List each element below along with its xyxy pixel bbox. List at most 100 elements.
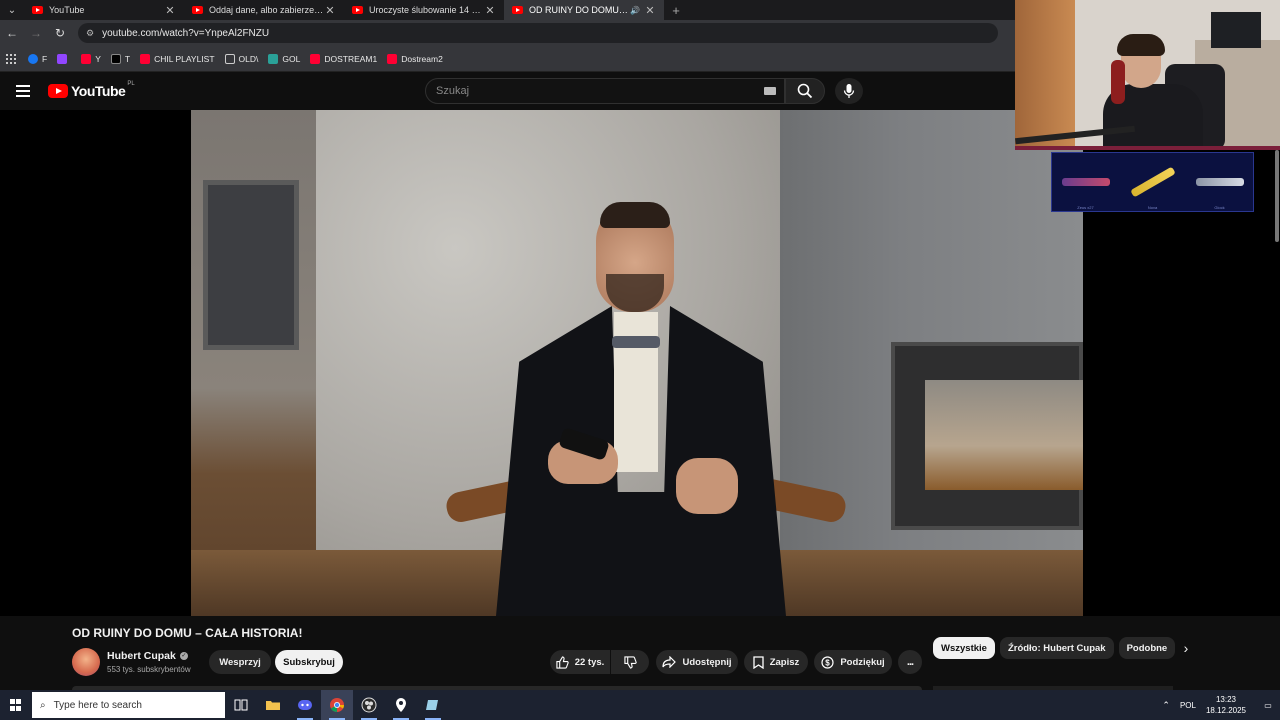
tab-close-icon[interactable]: ✕	[324, 4, 336, 17]
youtube-logo[interactable]: YouTube PL	[48, 81, 135, 99]
youtube-favicon-icon	[32, 6, 43, 14]
youtube-icon	[81, 53, 92, 64]
bookmark-dostream2[interactable]: Dostream2	[387, 53, 443, 64]
tab-uroczyste-slubowanie[interactable]: Uroczyste ślubowanie 14 nowy ✕	[344, 0, 504, 20]
studio-microphone	[1111, 60, 1125, 104]
tab-close-icon[interactable]: ✕	[644, 4, 656, 17]
tab-title: Oddaj dane, albo zabierzemy ci	[209, 5, 324, 15]
chip-related[interactable]: Podobne	[1118, 637, 1176, 659]
video-title: OD RUINY DO DOMU – CAŁA HISTORIA!	[72, 626, 303, 640]
streamer-webcam-overlay	[1015, 0, 1280, 150]
bookmark-f[interactable]: F	[28, 53, 47, 64]
taskbar-search-input[interactable]: ⌕ Type here to search	[32, 692, 225, 718]
thumbs-down-icon	[623, 655, 637, 669]
youtube-favicon-icon	[192, 6, 203, 14]
file-explorer-icon[interactable]	[257, 690, 289, 720]
youtube-favicon-icon	[512, 6, 523, 14]
keyboard-icon[interactable]	[764, 87, 776, 95]
search-icon: ⌕	[40, 699, 46, 711]
search-button[interactable]	[785, 78, 825, 104]
back-arrow-icon[interactable]: ←	[0, 20, 24, 46]
windows-taskbar: ⌕ Type here to search ⌃ POL 13:23 18.12.…	[0, 690, 1280, 720]
tab-search-chevron-icon[interactable]: ⌄	[0, 0, 24, 20]
subscribe-button[interactable]: Subskrybuj	[275, 650, 343, 674]
obs-icon[interactable]	[353, 690, 385, 720]
youtube-icon	[387, 53, 398, 64]
thanks-button[interactable]: $ Podziękuj	[814, 650, 892, 674]
bookmark-label: Y	[95, 53, 101, 64]
microphone-icon	[843, 84, 855, 98]
clock-time: 13:23	[1215, 695, 1236, 704]
tab-youtube[interactable]: YouTube ✕	[24, 0, 184, 20]
youtube-icon	[140, 53, 151, 64]
region-code: PL	[127, 81, 135, 87]
bookmark-label: OLD\	[238, 53, 259, 64]
svg-text:$: $	[826, 658, 831, 667]
case-skins-overlay: Zeus x27 Nova Glock	[1051, 152, 1254, 212]
clock-date: 18.12.2025	[1205, 706, 1246, 715]
scene-window	[203, 180, 299, 350]
share-arrow-icon	[662, 656, 677, 668]
channel-name[interactable]: Hubert Cupak ✓	[107, 650, 188, 662]
bookmark-y[interactable]: Y	[81, 53, 101, 64]
url-text: youtube.com/watch?v=YnpeAl2FNZU	[102, 27, 270, 39]
url-input[interactable]: ⚙ youtube.com/watch?v=YnpeAl2FNZU	[78, 23, 998, 43]
search-icon	[797, 83, 813, 99]
clock[interactable]: 13:23 18.12.2025	[1206, 694, 1246, 716]
system-tray: ⌃ POL 13:23 18.12.2025 ▭	[1162, 690, 1280, 720]
save-button[interactable]: Zapisz	[744, 650, 808, 674]
chip-all[interactable]: Wszystkie	[933, 637, 995, 659]
language-indicator[interactable]: POL	[1180, 701, 1196, 710]
channel-avatar[interactable]	[72, 648, 100, 676]
recommendation-chips: Wszystkie Źródło: Hubert Cupak Podobne	[933, 637, 1180, 659]
voice-search-button[interactable]	[835, 78, 863, 104]
bookmark-folder-old[interactable]: OLD\	[224, 53, 259, 64]
windows-logo-icon	[10, 699, 22, 711]
share-button[interactable]: Udostępnij	[656, 650, 738, 674]
tab-od-ruiny-do-domu[interactable]: OD RUINY DO DOMU – CAŁ 🔊 ✕	[504, 0, 664, 20]
bookmark-twitch[interactable]	[57, 53, 71, 64]
chrome-icon[interactable]	[321, 690, 353, 720]
new-tab-plus-icon[interactable]: +	[664, 3, 688, 18]
apps-grid-icon[interactable]	[6, 53, 16, 64]
bookmark-gol[interactable]: GOL	[268, 53, 300, 64]
screen: ⌄ YouTube ✕ Oddaj dane, albo zabierzemy …	[0, 0, 1280, 720]
scene-fireplace	[891, 342, 1083, 530]
like-button[interactable]: 22 tys.	[550, 650, 610, 674]
subscriber-count: 553 tys. subskrybentów	[107, 665, 191, 674]
dislike-button[interactable]	[611, 650, 649, 674]
bookmark-chil-playlist[interactable]: CHIL PLAYLIST	[140, 53, 215, 64]
tab-oddaj-dane[interactable]: Oddaj dane, albo zabierzemy ci ✕	[184, 0, 344, 20]
forward-arrow-icon[interactable]: →	[24, 20, 48, 46]
bookmark-label: Dostream2	[401, 53, 443, 64]
chevron-up-icon[interactable]: ⌃	[1162, 700, 1170, 711]
youtube-favicon-icon	[352, 6, 363, 14]
verified-check-icon: ✓	[179, 652, 188, 660]
bookmark-t[interactable]: T	[110, 53, 130, 64]
notification-icon[interactable]: ▭	[1256, 701, 1280, 710]
tab-close-icon[interactable]: ✕	[484, 4, 496, 17]
site-info-icon[interactable]: ⚙	[86, 28, 94, 39]
search-input[interactable]: Szukaj	[425, 78, 785, 104]
tab-title: YouTube	[49, 5, 85, 15]
tab-close-icon[interactable]: ✕	[164, 4, 176, 17]
discord-icon[interactable]	[289, 690, 321, 720]
menu-hamburger-icon[interactable]	[16, 85, 30, 97]
bookmark-dostream1[interactable]: DOSTREAM1	[310, 53, 378, 64]
notepad-icon[interactable]	[417, 690, 449, 720]
facebook-icon	[28, 53, 38, 64]
start-button[interactable]	[0, 690, 32, 720]
speaker-icon[interactable]: 🔊	[630, 6, 640, 15]
support-button[interactable]: Wesprzyj	[209, 650, 271, 674]
location-app-icon[interactable]	[385, 690, 417, 720]
reload-icon[interactable]: ↻	[48, 20, 72, 46]
task-view-icon[interactable]	[225, 690, 257, 720]
page-scrollbar[interactable]	[1275, 150, 1279, 242]
video-frame[interactable]	[191, 110, 1083, 616]
chip-from-channel[interactable]: Źródło: Hubert Cupak	[999, 637, 1114, 659]
thanks-dollar-icon: $	[821, 655, 834, 669]
more-actions-button[interactable]: ...	[898, 650, 922, 674]
chevron-right-icon[interactable]: ›	[1178, 640, 1194, 656]
youtube-icon	[310, 53, 321, 64]
bookmark-label: DOSTREAM1	[324, 53, 378, 64]
